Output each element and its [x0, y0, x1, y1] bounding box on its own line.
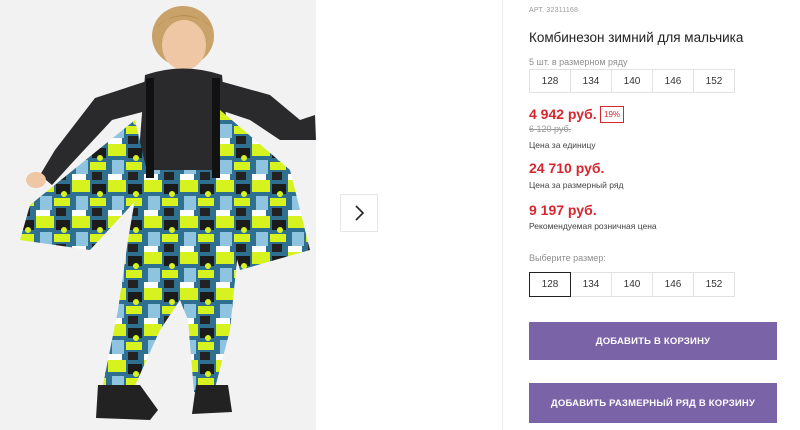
add-to-cart-button[interactable]: ДОБАВИТЬ В КОРЗИНУ — [529, 322, 777, 360]
pack-sizes-row: 128 134 140 146 152 — [529, 69, 735, 93]
size-option-152[interactable]: 152 — [693, 272, 735, 297]
pack-size-cell: 146 — [652, 69, 694, 93]
size-option-128[interactable]: 128 — [529, 272, 571, 297]
retail-price-caption: Рекомендуемая розничная цена — [529, 221, 657, 231]
size-option-146[interactable]: 146 — [652, 272, 694, 297]
pack-size-cell: 134 — [570, 69, 612, 93]
product-gallery — [0, 0, 503, 430]
choose-size-label: Выберите размер: — [529, 253, 606, 263]
size-option-140[interactable]: 140 — [611, 272, 653, 297]
product-sku: АРТ. 32311168 — [529, 7, 579, 14]
old-price: 6 120 руб. — [529, 124, 572, 134]
product-photo[interactable] — [0, 0, 316, 430]
retail-price: 9 197 руб. — [529, 202, 597, 218]
discount-badge: 19% — [600, 106, 625, 123]
add-pack-to-cart-button[interactable]: ДОБАВИТЬ РАЗМЕРНЫЙ РЯД В КОРЗИНУ — [529, 383, 777, 423]
unit-price: 4 942 руб. — [529, 106, 597, 122]
product-photo-illustration — [0, 0, 316, 430]
chevron-right-icon — [355, 205, 365, 221]
gallery-next-button[interactable] — [340, 194, 378, 232]
pack-label: 5 шт. в размерном ряду — [529, 57, 628, 67]
pack-size-cell: 128 — [529, 69, 571, 93]
range-price-caption: Цена за размерный ряд — [529, 180, 624, 190]
size-selector: 128 134 140 146 152 — [529, 272, 735, 297]
product-title: Комбинезон зимний для мальчика — [529, 30, 744, 45]
pack-size-cell: 152 — [693, 69, 735, 93]
unit-price-caption: Цена за единицу — [529, 140, 596, 150]
size-option-134[interactable]: 134 — [570, 272, 612, 297]
pack-size-cell: 140 — [611, 69, 653, 93]
range-price: 24 710 руб. — [529, 160, 605, 176]
